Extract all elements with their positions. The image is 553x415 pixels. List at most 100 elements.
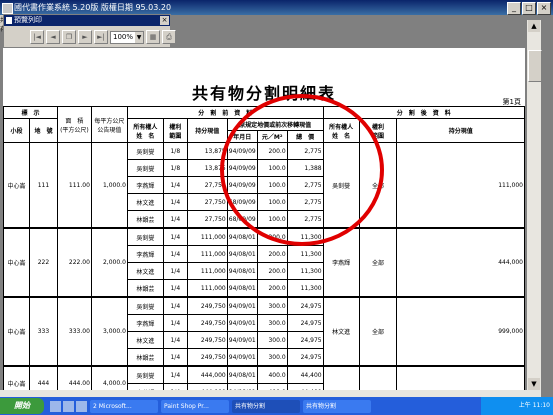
cell-unit-price: 100.0 — [256, 176, 288, 194]
cell-lot: 222 — [28, 227, 58, 298]
cell-value: 111,000 — [186, 227, 228, 246]
desktop-icon[interactable] — [50, 400, 61, 412]
cell-unit-price: 200.0 — [256, 245, 288, 263]
report-page: 共有物分割明細表 第1頁 標 示 面 積 (平方公尺) 每平方公尺 公告現值 分… — [3, 48, 525, 390]
cell-after-scope: 全部 — [358, 227, 398, 298]
cell-value: 111,000 — [186, 279, 228, 298]
header-land-value: 每平方公尺 公告現值 — [90, 106, 128, 143]
cell-date: 94/09/09 — [226, 159, 258, 177]
report-table: 標 示 面 積 (平方公尺) 每平方公尺 公告現值 分 割 前 資 料 分 割 … — [3, 106, 525, 390]
header-subsection: 小段 — [3, 118, 30, 143]
cell-value: 249,750 — [186, 296, 228, 315]
first-page-button[interactable]: |◄ — [30, 30, 44, 44]
cell-after-scope: 全部 — [358, 296, 398, 367]
cell-date: 94/09/09 — [226, 142, 258, 160]
pages-icon[interactable]: ❐ — [62, 30, 76, 44]
preview-icon — [6, 17, 12, 24]
cell-after-value: 111,000 — [396, 142, 525, 229]
vertical-scrollbar[interactable]: ▲ ▼ — [527, 20, 542, 390]
report-body: 中心崙 111 111.00 1,000.0 吳釗燮 1/8 13,875 94/09/09 2… — [3, 142, 525, 390]
minimize-button[interactable]: _ — [507, 2, 521, 15]
cell-unit-price: 200.0 — [256, 279, 288, 298]
cell-total: 24,975 — [286, 314, 324, 332]
task-split-1[interactable]: 共有物分割 — [232, 399, 300, 413]
cell-after-value: 444,000 — [396, 227, 525, 298]
cell-owner: 吳釗燮 — [126, 227, 164, 246]
prev-page-button[interactable]: ◄ — [46, 30, 60, 44]
cell-value: 249,750 — [186, 348, 228, 367]
task-split-2[interactable]: 共有物分割 — [303, 399, 371, 413]
table-row: 中心崙 222 222.00 2,000.0 吳釗燮 1/4 111,000 94/08/01… — [3, 227, 525, 298]
header-last-transfer: 原規定地價或前次移轉現值 — [226, 118, 324, 131]
quick-launch — [50, 400, 87, 412]
cell-value: 111,000 — [186, 245, 228, 263]
cell-unit-price: 400.0 — [256, 365, 288, 384]
zoom-select[interactable]: 100% ▼ — [110, 30, 144, 44]
cell-owner: 林文進 — [126, 331, 164, 349]
cell-after-owner — [322, 365, 360, 390]
maximize-button[interactable]: □ — [522, 2, 536, 15]
last-page-button[interactable]: ►| — [94, 30, 108, 44]
cell-total: 44,400 — [286, 365, 324, 384]
header-area: 面 積 (平方公尺) — [56, 106, 92, 143]
media-icon[interactable] — [76, 400, 87, 412]
clock: 上午 11:10 — [518, 402, 550, 409]
next-page-button[interactable]: ► — [78, 30, 92, 44]
report-title: 共有物分割明細表 — [191, 84, 336, 103]
header-right-scope: 權利 範圍 — [162, 118, 188, 143]
cell-value: 27,750 — [186, 210, 228, 229]
header-mark: 標 示 — [3, 106, 58, 119]
cell-after-owner: 李燕輝 — [322, 227, 360, 298]
cell-date: 94/08/01 — [226, 227, 258, 246]
chevron-down-icon[interactable]: ▼ — [135, 31, 143, 43]
cell-scope: 1/4 — [162, 227, 188, 246]
cell-scope: 1/8 — [162, 159, 188, 177]
cell-total: 24,975 — [286, 348, 324, 367]
cell-owner: 李燕輝 — [126, 245, 164, 263]
cell-date: 94/09/01 — [226, 296, 258, 315]
cell-total: 11,300 — [286, 227, 324, 246]
cell-after-owner: 吳釗燮 — [322, 142, 360, 229]
cell-unit-price: 200.0 — [256, 227, 288, 246]
preview-toolbar-window: 預覽列印 × |◄ ◄ ❐ ► ►| 100% ▼ ▦ ⎙ — [3, 14, 176, 48]
preview-title: 預覽列印 — [14, 16, 42, 24]
cell-after-scope — [358, 365, 398, 390]
cell-date: 68/09/09 — [226, 210, 258, 229]
cell-lot: 111 — [28, 142, 58, 229]
cell-total: 2,775 — [286, 193, 324, 211]
cell-date: 68/09/09 — [226, 193, 258, 211]
cell-after-value — [396, 365, 525, 390]
cell-owner: 李燕輝 — [126, 314, 164, 332]
cell-scope: 1/4 — [162, 245, 188, 263]
table-row: 中心崙 111 111.00 1,000.0 吳釗燮 1/8 13,875 94/09/09 2… — [3, 142, 525, 229]
zoom-value: 100% — [113, 32, 134, 41]
close-button[interactable]: × — [537, 2, 551, 15]
scroll-up-arrow-icon[interactable]: ▲ — [528, 20, 540, 32]
cell-after-value: 999,000 — [396, 296, 525, 367]
cell-unit-price: 200.0 — [256, 142, 288, 160]
print-icon[interactable]: ⎙ — [162, 30, 176, 44]
cell-owner: 林韻芸 — [126, 348, 164, 367]
scroll-thumb[interactable] — [528, 50, 542, 82]
header-lot: 地 號 — [28, 118, 58, 143]
task-microsoft[interactable]: 2 Microsoft... — [90, 399, 158, 413]
cell-owner: 吳釗燮 — [126, 159, 164, 177]
preview-close-button[interactable]: × — [160, 16, 169, 25]
cell-unit-price: 100.0 — [256, 159, 288, 177]
cell-scope: 1/4 — [162, 348, 188, 367]
preview-tools: |◄ ◄ ❐ ► ►| 100% ▼ ▦ ⎙ — [30, 30, 176, 44]
cell-unit-price: 100.0 — [256, 210, 288, 229]
cell-owner: 林韻芸 — [126, 210, 164, 229]
task-paintshop[interactable]: Paint Shop Pr... — [161, 399, 229, 413]
cell-total: 2,775 — [286, 142, 324, 160]
start-button[interactable]: 開始 — [0, 398, 44, 414]
scroll-down-arrow-icon[interactable]: ▼ — [528, 378, 540, 390]
header-owner: 所有權人 姓 名 — [126, 118, 164, 143]
print-setup-icon[interactable]: ▦ — [146, 30, 160, 44]
cell-date: 94/09/01 — [226, 314, 258, 332]
system-tray: 上午 11:10 — [481, 397, 553, 415]
header-after-scope: 權利 範圍 — [358, 118, 398, 143]
browser-icon[interactable] — [63, 400, 74, 412]
table-row: 中心崙 333 333.00 3,000.0 吳釗燮 1/4 249,750 94/09/01… — [3, 296, 525, 367]
cell-scope: 1/4 — [162, 296, 188, 315]
